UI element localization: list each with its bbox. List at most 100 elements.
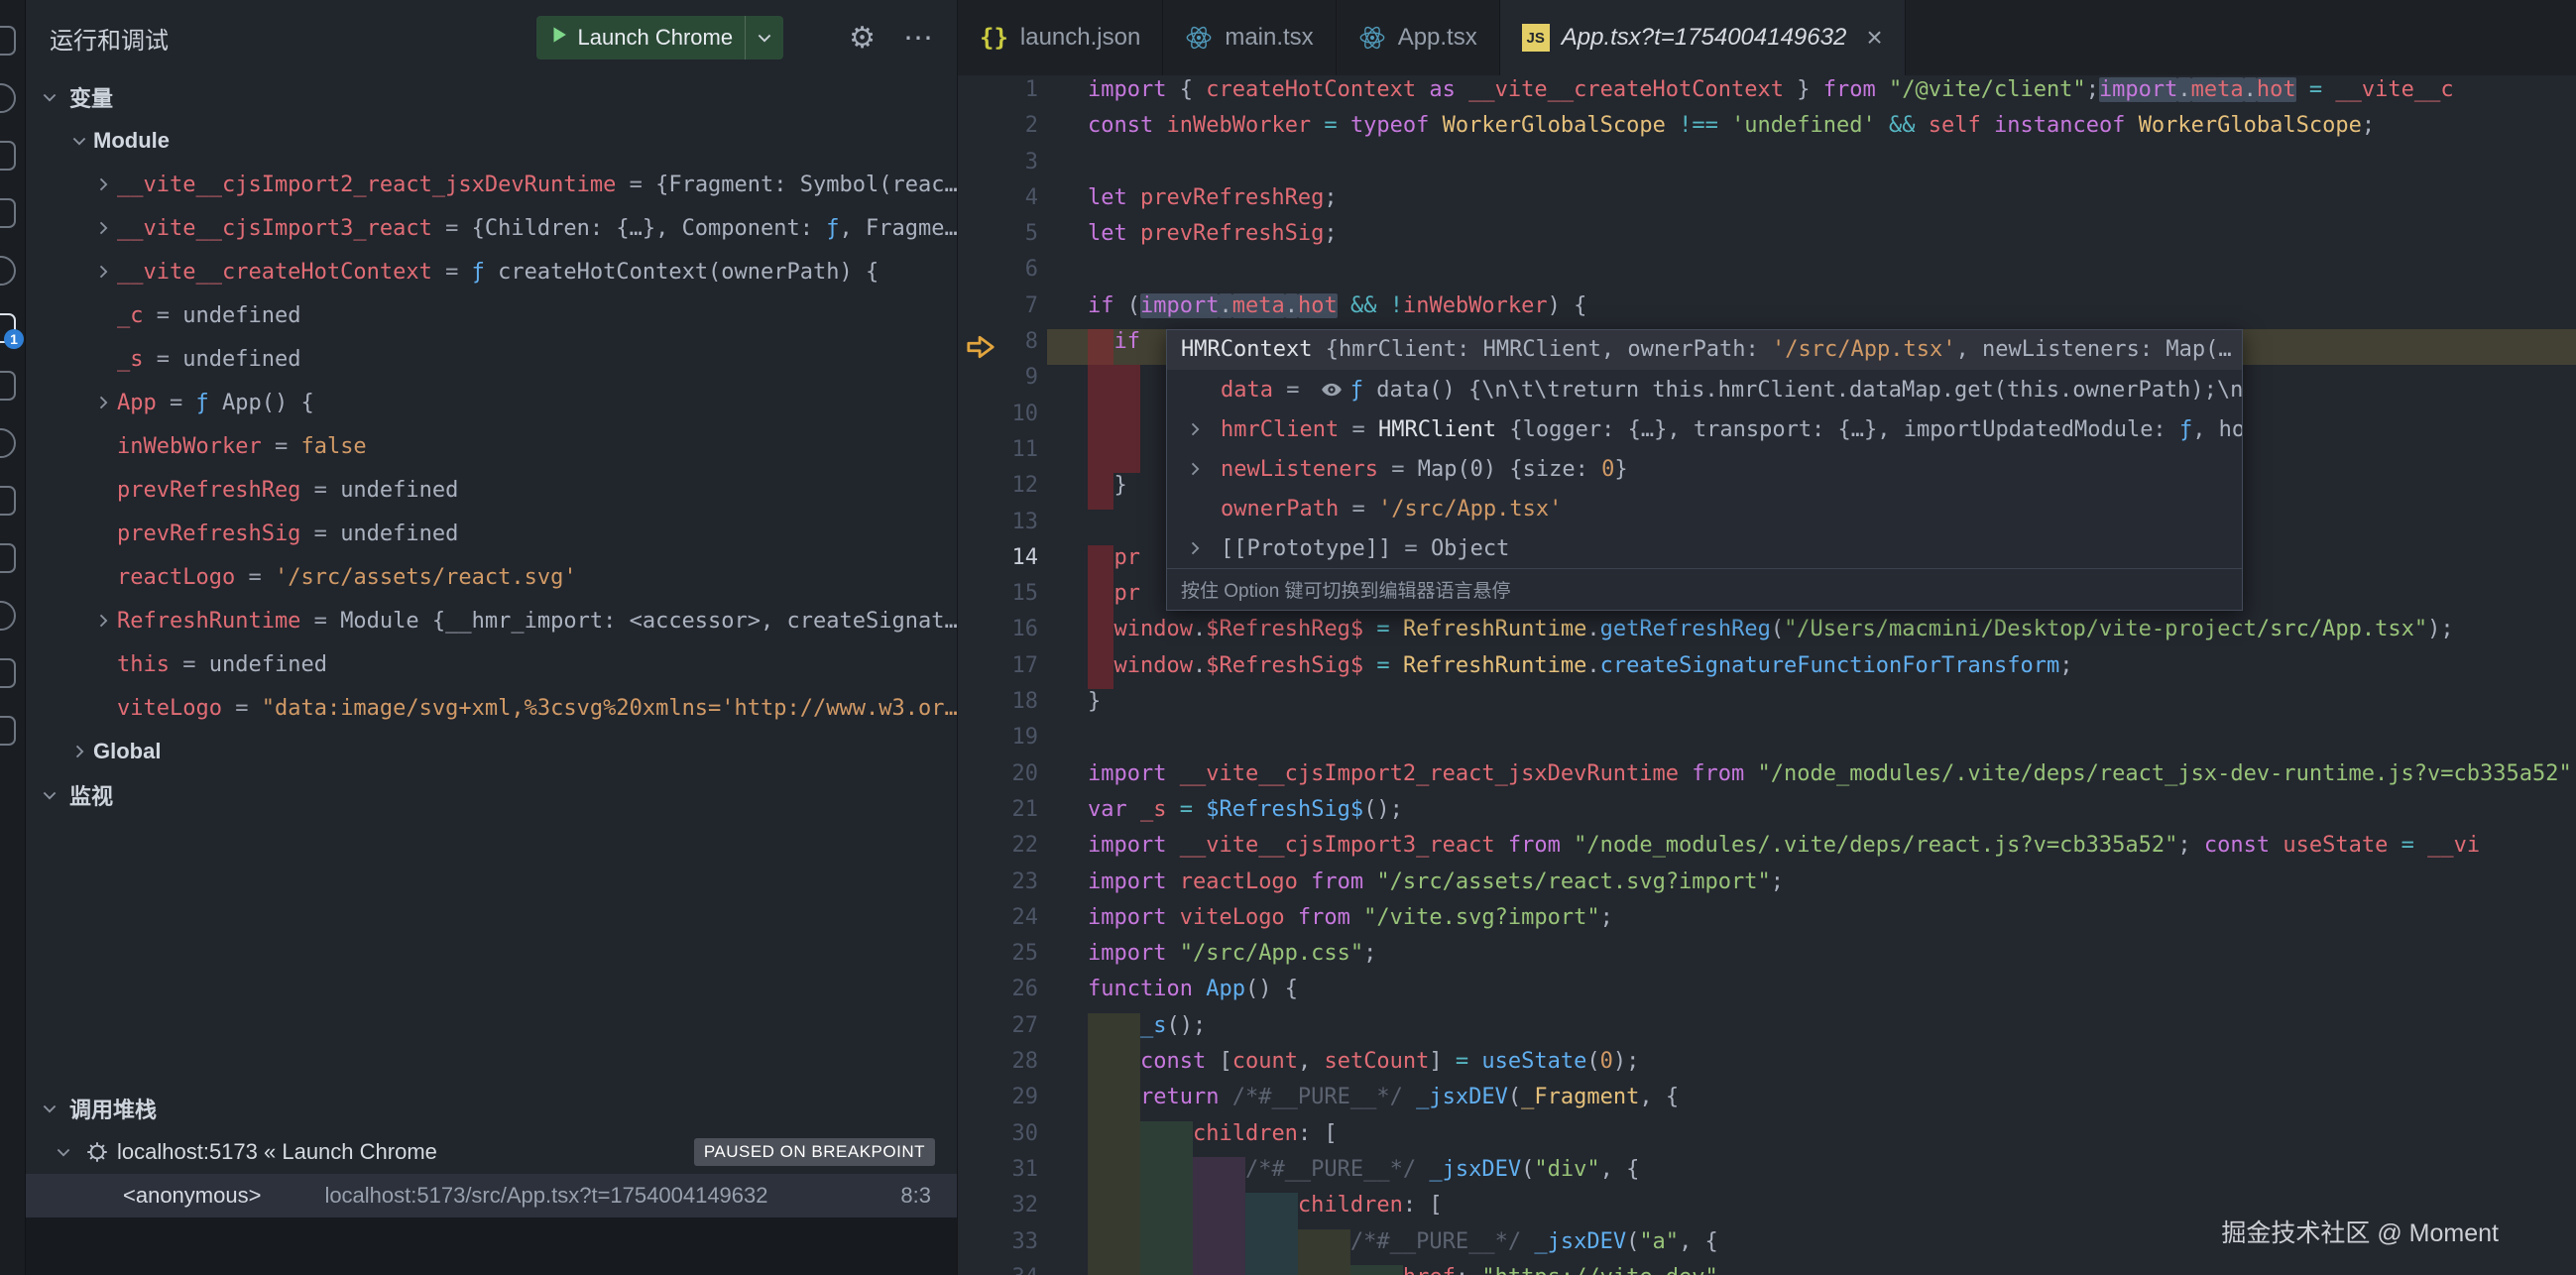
- tab-App.tsx?t=1754004149632[interactable]: JSApp.tsx?t=1754004149632×: [1500, 0, 1906, 75]
- more-actions-icon[interactable]: ⋯: [903, 21, 933, 56]
- editor-line-29[interactable]: 29 return /*#__PURE__*/ _jsxDEV(_Fragmen…: [958, 1085, 2576, 1120]
- chevron-right-icon[interactable]: [89, 174, 117, 194]
- tooltip-row[interactable]: [[Prototype]] = Object: [1167, 528, 2242, 568]
- line-number[interactable]: 22: [958, 833, 1047, 869]
- line-number[interactable]: 21: [958, 797, 1047, 833]
- line-number[interactable]: 33: [958, 1229, 1047, 1265]
- variables-section-header[interactable]: 变量: [26, 75, 957, 119]
- variable-row[interactable]: inWebWorker = false: [26, 424, 957, 468]
- line-number[interactable]: 28: [958, 1049, 1047, 1085]
- line-number[interactable]: 6: [958, 257, 1047, 292]
- editor-line-28[interactable]: 28 const [count, setCount] = useState(0)…: [958, 1049, 2576, 1085]
- variable-row[interactable]: viteLogo = "data:image/svg+xml,%3csvg%20…: [26, 686, 957, 730]
- line-number[interactable]: 1: [958, 77, 1047, 113]
- chevron-down-icon[interactable]: [65, 131, 93, 151]
- editor-line-26[interactable]: 26function App() {: [958, 977, 2576, 1012]
- cropped-activity-icon[interactable]: [0, 141, 16, 171]
- cropped-activity-icon[interactable]: [0, 601, 16, 631]
- line-number[interactable]: 29: [958, 1085, 1047, 1120]
- tooltip-row[interactable]: hmrClient = HMRClient {logger: {…}, tran…: [1167, 409, 2242, 449]
- line-number[interactable]: 2: [958, 113, 1047, 149]
- editor-line-19[interactable]: 19: [958, 725, 2576, 760]
- line-number[interactable]: 31: [958, 1157, 1047, 1193]
- variable-row[interactable]: __vite__cjsImport2_react_jsxDevRuntime =…: [26, 163, 957, 206]
- variable-row[interactable]: prevRefreshSig = undefined: [26, 512, 957, 555]
- editor-line-18[interactable]: 18}: [958, 689, 2576, 725]
- scope-global[interactable]: Global: [26, 730, 957, 773]
- gear-icon[interactable]: ⚙: [849, 21, 876, 56]
- line-number[interactable]: 27: [958, 1013, 1047, 1049]
- variable-row[interactable]: __vite__createHotContext = ƒ createHotCo…: [26, 250, 957, 293]
- line-number[interactable]: 5: [958, 221, 1047, 257]
- chevron-right-icon[interactable]: [65, 742, 93, 761]
- tooltip-row[interactable]: newListeners = Map(0) {size: 0}: [1167, 449, 2242, 489]
- line-number[interactable]: 30: [958, 1121, 1047, 1157]
- editor-line-20[interactable]: 20import __vite__cjsImport2_react_jsxDev…: [958, 761, 2576, 797]
- line-number[interactable]: 15: [958, 581, 1047, 617]
- editor-line-24[interactable]: 24import viteLogo from "/vite.svg?import…: [958, 905, 2576, 941]
- cropped-activity-icon[interactable]: [0, 486, 16, 516]
- editor-line-22[interactable]: 22import __vite__cjsImport3_react from "…: [958, 833, 2576, 869]
- variable-row[interactable]: reactLogo = '/src/assets/react.svg': [26, 555, 957, 599]
- line-number[interactable]: 20: [958, 761, 1047, 797]
- line-number[interactable]: 3: [958, 150, 1047, 185]
- tooltip-row[interactable]: data = ƒ data() {\n\t\treturn this.hmrCl…: [1167, 370, 2242, 409]
- editor-line-6[interactable]: 6: [958, 257, 2576, 292]
- line-number[interactable]: 34: [958, 1265, 1047, 1275]
- cropped-activity-icon[interactable]: [0, 198, 16, 228]
- tab-launch.json[interactable]: {}launch.json: [958, 0, 1163, 75]
- editor-line-2[interactable]: 2const inWebWorker = typeof WorkerGlobal…: [958, 113, 2576, 149]
- launch-chrome-button[interactable]: Launch Chrome: [536, 16, 784, 59]
- code-editor[interactable]: 1import { createHotContext as __vite__cr…: [958, 75, 2576, 1275]
- line-number[interactable]: 19: [958, 725, 1047, 760]
- chevron-right-icon[interactable]: [89, 262, 117, 282]
- cropped-activity-icon[interactable]: [0, 716, 16, 746]
- editor-line-30[interactable]: 30 children: [: [958, 1121, 2576, 1157]
- variable-row[interactable]: prevRefreshReg = undefined: [26, 468, 957, 512]
- cropped-activity-icon[interactable]: [0, 371, 16, 401]
- line-number[interactable]: 13: [958, 510, 1047, 545]
- line-number[interactable]: 16: [958, 617, 1047, 652]
- editor-line-3[interactable]: 3: [958, 150, 2576, 185]
- variable-row[interactable]: _s = undefined: [26, 337, 957, 381]
- line-number[interactable]: 18: [958, 689, 1047, 725]
- callstack-session-row[interactable]: localhost:5173 « Launch Chrome PAUSED ON…: [26, 1130, 957, 1174]
- callstack-section-header[interactable]: 调用堆栈: [26, 1087, 957, 1130]
- scope-module[interactable]: Module: [26, 119, 957, 163]
- variable-row[interactable]: this = undefined: [26, 642, 957, 686]
- chevron-right-icon[interactable]: [1181, 538, 1221, 558]
- close-icon[interactable]: ×: [1866, 22, 1882, 54]
- editor-line-1[interactable]: 1import { createHotContext as __vite__cr…: [958, 77, 2576, 113]
- line-number[interactable]: 23: [958, 869, 1047, 905]
- chevron-right-icon[interactable]: [89, 218, 117, 238]
- cropped-activity-icon[interactable]: [0, 256, 16, 286]
- line-number[interactable]: 17: [958, 653, 1047, 689]
- line-number[interactable]: 14: [958, 545, 1047, 581]
- editor-line-23[interactable]: 23import reactLogo from "/src/assets/rea…: [958, 869, 2576, 905]
- line-number[interactable]: 12: [958, 473, 1047, 509]
- chevron-right-icon[interactable]: [1181, 419, 1221, 439]
- variable-row[interactable]: RefreshRuntime = Module {__hmr_import: <…: [26, 599, 957, 642]
- editor-line-7[interactable]: 7if (import.meta.hot && !inWebWorker) {: [958, 293, 2576, 329]
- editor-line-5[interactable]: 5let prevRefreshSig;: [958, 221, 2576, 257]
- cropped-activity-icon[interactable]: [0, 543, 16, 573]
- chevron-right-icon[interactable]: [89, 611, 117, 631]
- editor-line-4[interactable]: 4let prevRefreshReg;: [958, 185, 2576, 221]
- line-number[interactable]: 11: [958, 437, 1047, 473]
- editor-line-31[interactable]: 31 /*#__PURE__*/ _jsxDEV("div", {: [958, 1157, 2576, 1193]
- tab-App.tsx[interactable]: App.tsx: [1337, 0, 1500, 75]
- chevron-down-icon[interactable]: [50, 1142, 77, 1162]
- chevron-down-icon[interactable]: [746, 16, 783, 59]
- tooltip-row[interactable]: ownerPath = '/src/App.tsx': [1167, 489, 2242, 528]
- line-number[interactable]: 8: [958, 329, 1047, 365]
- cropped-activity-icon[interactable]: [0, 658, 16, 688]
- editor-line-27[interactable]: 27 _s();: [958, 1013, 2576, 1049]
- tab-main.tsx[interactable]: main.tsx: [1163, 0, 1336, 75]
- line-number[interactable]: 24: [958, 905, 1047, 941]
- variable-row[interactable]: __vite__cjsImport3_react = {Children: {……: [26, 206, 957, 250]
- chevron-right-icon[interactable]: [1181, 459, 1221, 479]
- editor-line-17[interactable]: 17 window.$RefreshSig$ = RefreshRuntime.…: [958, 653, 2576, 689]
- line-number[interactable]: 7: [958, 293, 1047, 329]
- variable-row[interactable]: App = ƒ App() {: [26, 381, 957, 424]
- editor-line-34[interactable]: 34 href: "https://vite.dev": [958, 1265, 2576, 1275]
